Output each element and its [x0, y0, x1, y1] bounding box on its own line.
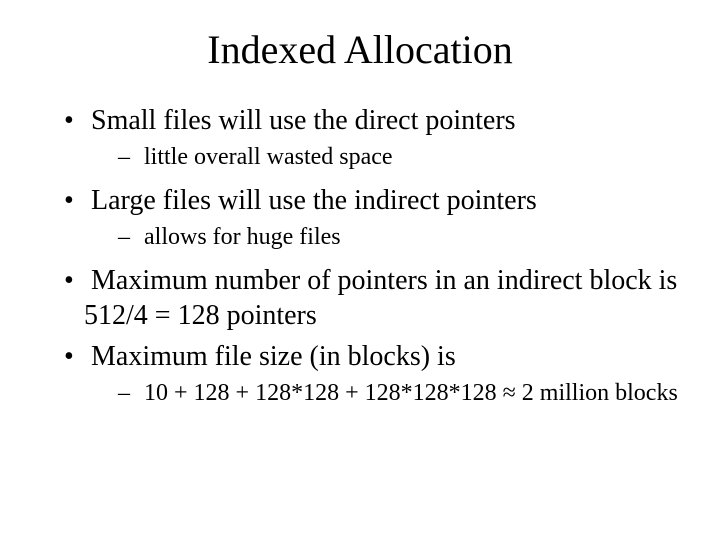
bullet-item: Small files will use the direct pointers…	[40, 103, 680, 173]
slide-title: Indexed Allocation	[40, 26, 680, 73]
bullet-text: Small files will use the direct pointers	[91, 105, 516, 136]
sub-bullet-list: little overall wasted space	[84, 142, 680, 173]
sub-bullet-item: little overall wasted space	[118, 142, 680, 173]
sub-bullet-text: little overall wasted space	[144, 144, 393, 170]
bullet-text: Maximum file size (in blocks) is	[91, 341, 456, 372]
slide: Indexed Allocation Small files will use …	[0, 0, 720, 540]
bullet-item: Maximum number of pointers in an indirec…	[40, 263, 680, 333]
sub-bullet-text: allows for huge files	[144, 224, 341, 250]
bullet-item: Large files will use the indirect pointe…	[40, 183, 680, 253]
sub-bullet-text: 10 + 128 + 128*128 + 128*128*128 ≈ 2 mil…	[144, 380, 678, 406]
bullet-item: Maximum file size (in blocks) is 10 + 12…	[40, 339, 680, 409]
bullet-text: Large files will use the indirect pointe…	[91, 185, 537, 216]
sub-bullet-list: 10 + 128 + 128*128 + 128*128*128 ≈ 2 mil…	[84, 378, 680, 409]
sub-bullet-list: allows for huge files	[84, 222, 680, 253]
bullet-text: Maximum number of pointers in an indirec…	[84, 265, 677, 331]
sub-bullet-item: 10 + 128 + 128*128 + 128*128*128 ≈ 2 mil…	[118, 378, 680, 409]
bullet-list: Small files will use the direct pointers…	[40, 103, 680, 410]
sub-bullet-item: allows for huge files	[118, 222, 680, 253]
